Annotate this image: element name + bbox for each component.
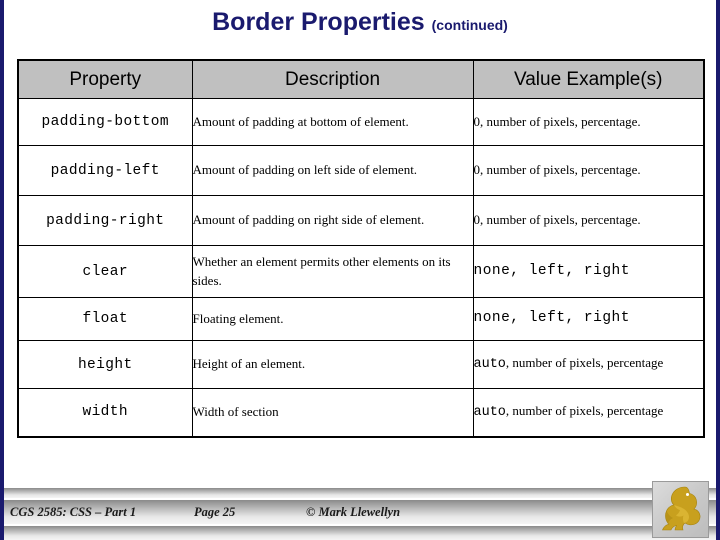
- page-title-main: Border Properties: [212, 8, 425, 36]
- cell-value-rest: , number of pixels, percentage: [505, 402, 664, 418]
- column-header-value: Value Example(s): [472, 59, 705, 99]
- table-row: width Width of section auto, number of p…: [17, 388, 705, 437]
- column-header-property: Property: [17, 59, 193, 99]
- cell-value: none, left, right: [472, 245, 705, 298]
- cell-property: clear: [17, 245, 193, 298]
- table-header-row: Property Description Value Example(s): [17, 59, 705, 99]
- table-row: padding-left Amount of padding on left s…: [17, 145, 705, 196]
- cell-value: 0, number of pixels, percentage.: [472, 98, 705, 146]
- cell-property: height: [17, 340, 193, 389]
- footer-bar-bottom: [4, 526, 716, 540]
- cell-description: Floating element.: [191, 297, 474, 341]
- slide-footer: CGS 2585: CSS – Part 1 Page 25 © Mark Ll…: [4, 486, 716, 540]
- footer-bar-top: [4, 488, 716, 498]
- cell-property: padding-right: [17, 195, 193, 246]
- cell-value-keyword: auto: [473, 357, 506, 373]
- cell-description: Amount of padding on right side of eleme…: [191, 195, 474, 246]
- cell-property: width: [17, 388, 193, 437]
- right-accent-bar: [716, 0, 720, 540]
- table-row: padding-bottom Amount of padding at bott…: [17, 98, 705, 146]
- cell-value: 0, number of pixels, percentage.: [472, 145, 705, 196]
- footer-copyright-label: © Mark Llewellyn: [306, 505, 401, 519]
- cell-property: padding-bottom: [17, 98, 193, 146]
- cell-value: none, left, right: [472, 297, 705, 341]
- cell-property: padding-left: [17, 145, 193, 196]
- table-row: clear Whether an element permits other e…: [17, 245, 705, 298]
- footer-page-number: Page 25: [194, 505, 236, 519]
- page-title: Border Properties (continued): [0, 8, 720, 37]
- cell-description: Amount of padding on left side of elemen…: [191, 145, 474, 196]
- footer-course-label: CGS 2585: CSS – Part 1: [10, 505, 137, 519]
- cell-description: Width of section: [191, 388, 474, 437]
- ucf-pegasus-logo: [652, 481, 709, 538]
- table-row: float Floating element. none, left, righ…: [17, 297, 705, 341]
- cell-value-rest: , number of pixels, percentage: [505, 355, 664, 371]
- properties-table: Property Description Value Example(s) pa…: [17, 59, 705, 438]
- pegasus-icon: [662, 486, 701, 531]
- cell-description: Amount of padding at bottom of element.: [191, 98, 474, 146]
- cell-value: auto, number of pixels, percentage: [472, 340, 705, 389]
- cell-description: Whether an element permits other element…: [191, 245, 474, 298]
- table-row: height Height of an element. auto, numbe…: [17, 340, 705, 389]
- page-title-suffix: (continued): [431, 17, 508, 33]
- left-accent-bar: [0, 0, 4, 540]
- column-header-description: Description: [191, 59, 474, 99]
- cell-value-keyword: auto: [473, 404, 506, 420]
- properties-table-container: Property Description Value Example(s) pa…: [17, 59, 705, 438]
- cell-value: auto, number of pixels, percentage: [472, 388, 705, 437]
- cell-property: float: [17, 297, 193, 341]
- footer-text-row: CGS 2585: CSS – Part 1 Page 25 © Mark Ll…: [4, 500, 716, 524]
- table-row: padding-right Amount of padding on right…: [17, 195, 705, 246]
- cell-value: 0, number of pixels, percentage.: [472, 195, 705, 246]
- cell-description: Height of an element.: [191, 340, 474, 389]
